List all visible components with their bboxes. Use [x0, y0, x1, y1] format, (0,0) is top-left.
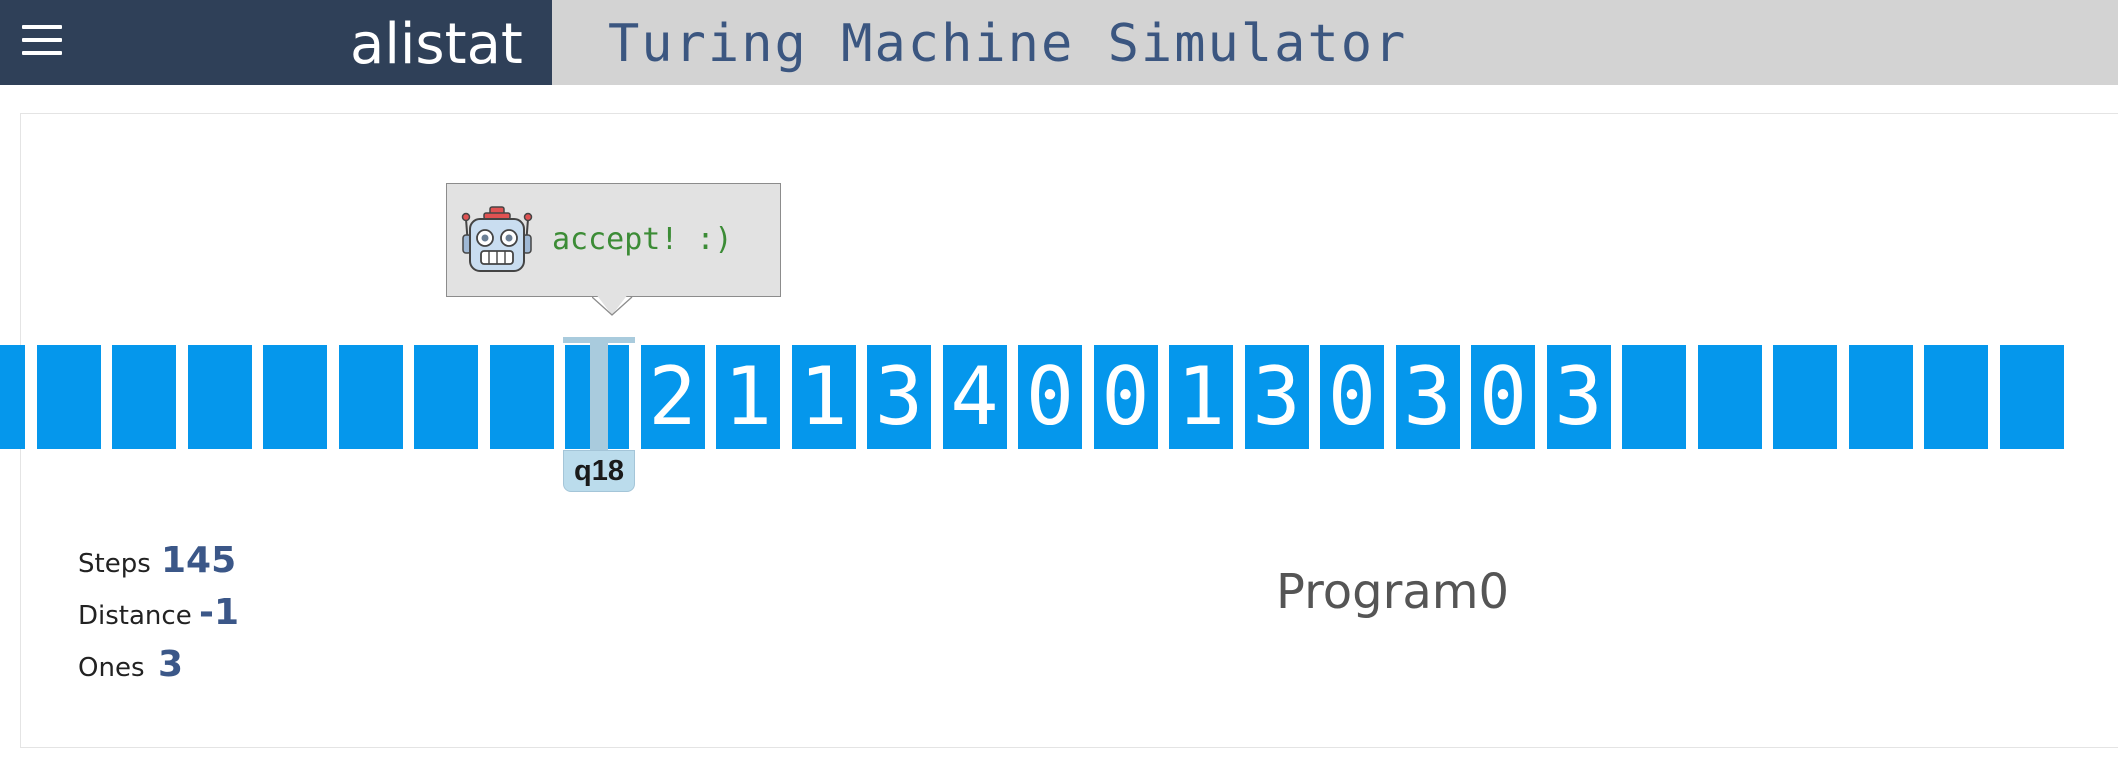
ones-label: Ones — [78, 653, 145, 683]
tape-cell: 3 — [1395, 345, 1460, 449]
tape-cell: 3 — [1546, 345, 1611, 449]
tape-cell: 1 — [791, 345, 856, 449]
tape-cell — [1622, 345, 1686, 449]
tape: 2113400130303 — [0, 345, 2118, 449]
hamburger-menu-icon[interactable] — [22, 22, 64, 60]
tape-cell: 2 — [640, 345, 705, 449]
robot-icon — [461, 206, 533, 272]
tape-cell — [1999, 345, 2064, 449]
top-bar: alistat Turing Machine Simulator — [0, 0, 2118, 85]
distance-label: Distance — [78, 601, 192, 631]
tape-cell: 1 — [1169, 345, 1233, 449]
tape-cell: 3 — [1244, 345, 1309, 449]
tape-cell: 0 — [1320, 345, 1384, 449]
page-title: Turing Machine Simulator — [608, 14, 1408, 74]
distance-value: -1 — [199, 592, 239, 633]
tape-cell — [489, 345, 554, 449]
tape-cell — [1697, 345, 1762, 449]
logo[interactable]: alistat — [350, 10, 523, 80]
steps-label: Steps — [78, 549, 151, 579]
tape-cell — [414, 345, 478, 449]
tape-head — [590, 343, 608, 460]
tape-cell — [1924, 345, 1988, 449]
head-state-label: q18 — [563, 450, 635, 492]
program-name: Program0 — [1276, 564, 1510, 620]
tape-cell: 1 — [716, 345, 780, 449]
tape-cell — [0, 345, 25, 449]
tape-cell — [338, 345, 403, 449]
tape-cell — [1773, 345, 1837, 449]
tape-cell: 0 — [1471, 345, 1535, 449]
tape-cell — [263, 345, 327, 449]
tape-cell: 0 — [1018, 345, 1082, 449]
steps-value: 145 — [161, 540, 237, 581]
tape-cell — [36, 345, 101, 449]
bubble-tail — [592, 289, 633, 316]
brand-area: alistat — [0, 0, 552, 85]
tape-cell — [1848, 345, 1913, 449]
tape-cell — [112, 345, 176, 449]
ones-value: 3 — [158, 644, 184, 685]
tape-cell: 4 — [942, 345, 1007, 449]
tape-cell: 3 — [867, 345, 931, 449]
status-message: accept! :) — [552, 222, 733, 257]
tape-cell — [187, 345, 252, 449]
tape-cell: 0 — [1093, 345, 1158, 449]
